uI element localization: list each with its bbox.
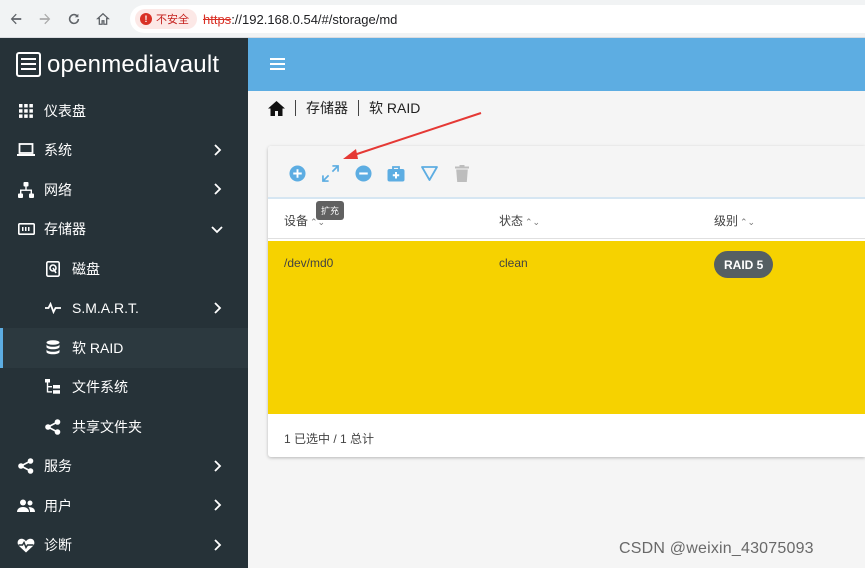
chevron-right-icon <box>214 143 222 156</box>
security-chip[interactable]: ! 不安全 <box>135 9 197 29</box>
url-scheme: https <box>203 11 232 27</box>
remove-button[interactable] <box>354 164 372 182</box>
sidebar-item-label: 网络 <box>44 181 72 198</box>
delete-button[interactable] <box>453 164 471 182</box>
selection-summary: 1 已选中 / 1 总计 <box>284 432 375 446</box>
browser-toolbar: ! 不安全 https ://192.168.0.54/#/storage/md <box>0 0 865 38</box>
create-button[interactable] <box>288 164 306 182</box>
storage-icon <box>17 220 35 238</box>
chevron-right-icon <box>214 301 222 314</box>
sidebar-item-label: 存储器 <box>44 221 86 238</box>
sidebar-item-disks[interactable]: 磁盘 <box>0 249 248 289</box>
chevron-down-icon <box>211 225 223 233</box>
sidebar-item-label: 服务 <box>44 458 72 475</box>
details-button[interactable] <box>420 164 438 182</box>
share-icon <box>44 418 62 436</box>
raid-level-badge: RAID 5 <box>714 251 774 278</box>
watermark: CSDN @weixin_43075093 <box>619 540 814 557</box>
warning-icon: ! <box>140 13 152 25</box>
cell-state: clean <box>499 256 528 270</box>
users-icon <box>17 497 35 515</box>
sidebar-item-label: 共享文件夹 <box>72 418 142 435</box>
reload-icon[interactable] <box>61 6 87 32</box>
sidebar-item-label: 仪表盘 <box>44 102 86 119</box>
database-icon <box>44 339 62 357</box>
column-header-state[interactable]: 状态 ⌃⌄ <box>499 212 540 229</box>
filesystem-tree-icon <box>44 378 62 396</box>
sidebar-item-storage[interactable]: 存储器 <box>0 210 248 250</box>
breadcrumb: 存储器 软 RAID <box>268 96 420 120</box>
sidebar-item-network[interactable]: 网络 <box>0 170 248 210</box>
breadcrumb-item-storage[interactable]: 存储器 <box>306 98 348 118</box>
sort-icon: ⌃⌄ <box>740 217 756 227</box>
network-icon <box>17 181 35 199</box>
dashboard-grid-icon <box>17 102 35 120</box>
add-circle-icon <box>288 164 306 182</box>
column-header-label: 设备 <box>284 214 309 228</box>
home-icon[interactable] <box>90 6 116 32</box>
column-header-label: 级别 <box>714 214 739 228</box>
app-logo[interactable]: openmediavault <box>0 38 248 91</box>
cell-device: /dev/md0 <box>284 256 334 270</box>
pulse-icon <box>44 299 62 317</box>
back-icon[interactable] <box>3 6 29 32</box>
column-header-level[interactable]: 级别 ⌃⌄ <box>714 212 755 229</box>
sidebar-item-label: 系统 <box>44 142 72 159</box>
sidebar-item-label: 软 RAID <box>72 339 124 356</box>
share-icon <box>17 457 35 475</box>
forward-icon[interactable] <box>32 6 58 32</box>
disk-icon <box>44 260 62 278</box>
sidebar-item-label: 诊断 <box>44 537 72 554</box>
security-label: 不安全 <box>156 14 189 26</box>
breadcrumb-separator <box>295 100 296 116</box>
breadcrumb-item-software-raid: 软 RAID <box>369 100 421 116</box>
app-header <box>248 38 865 91</box>
laptop-icon <box>17 141 35 159</box>
sidebar-item-system[interactable]: 系统 <box>0 131 248 171</box>
table-row[interactable]: /dev/md0 clean RAID 5 <box>268 241 865 414</box>
sidebar-item-label: 磁盘 <box>72 260 100 277</box>
chevron-right-icon <box>214 499 222 511</box>
recover-button[interactable] <box>387 164 405 182</box>
sidebar-item-smart[interactable]: S.M.A.R.T. <box>0 289 248 329</box>
chevron-right-icon <box>214 183 222 195</box>
sidebar-item-label: 用户 <box>44 497 72 514</box>
expand-arrows-icon <box>321 164 339 182</box>
sort-icon: ⌃⌄ <box>525 217 541 227</box>
sidebar: openmediavault 仪表盘 系统 网络 存储器 磁盘 S.M.A.R.… <box>0 38 248 568</box>
server-logo-icon <box>16 52 41 77</box>
chevron-right-icon <box>214 459 222 472</box>
sidebar-item-services[interactable]: 服务 <box>0 447 248 487</box>
medical-bag-icon <box>387 165 405 181</box>
table-header: 设备 ⌃⌄ 状态 ⌃⌄ 级别 ⌃⌄ <box>268 199 865 239</box>
address-bar[interactable]: ! 不安全 https ://192.168.0.54/#/storage/md <box>130 5 865 33</box>
sidebar-item-users[interactable]: 用户 <box>0 486 248 526</box>
column-header-label: 状态 <box>499 214 524 228</box>
chevron-right-icon <box>214 538 222 551</box>
heart-pulse-icon <box>17 536 35 554</box>
breadcrumb-separator <box>358 100 359 116</box>
sidebar-item-shared-folders[interactable]: 共享文件夹 <box>0 407 248 447</box>
grow-button[interactable] <box>321 164 339 182</box>
trash-icon <box>455 164 469 182</box>
menu-toggle-icon[interactable] <box>270 58 285 70</box>
sidebar-item-label: S.M.A.R.T. <box>72 300 139 317</box>
logo-text: openmediavault <box>47 50 220 78</box>
home-icon[interactable] <box>268 100 285 116</box>
remove-circle-icon <box>354 164 372 182</box>
sidebar-item-label: 文件系统 <box>72 379 128 396</box>
grow-tooltip: 扩充 <box>316 201 344 220</box>
sidebar-item-software-raid[interactable]: 软 RAID <box>0 328 248 368</box>
raid-table-card: 设备 ⌃⌄ 状态 ⌃⌄ 级别 ⌃⌄ /dev/md0 clean RAID 5 1 已… <box>268 146 865 457</box>
sidebar-item-diagnostics[interactable]: 诊断 <box>0 526 248 566</box>
url-path: ://192.168.0.54/#/storage/md <box>231 11 398 27</box>
sidebar-item-dashboard[interactable]: 仪表盘 <box>0 91 248 131</box>
triangle-down-icon <box>420 165 438 181</box>
sidebar-item-filesystems[interactable]: 文件系统 <box>0 368 248 408</box>
table-toolbar <box>268 146 865 199</box>
